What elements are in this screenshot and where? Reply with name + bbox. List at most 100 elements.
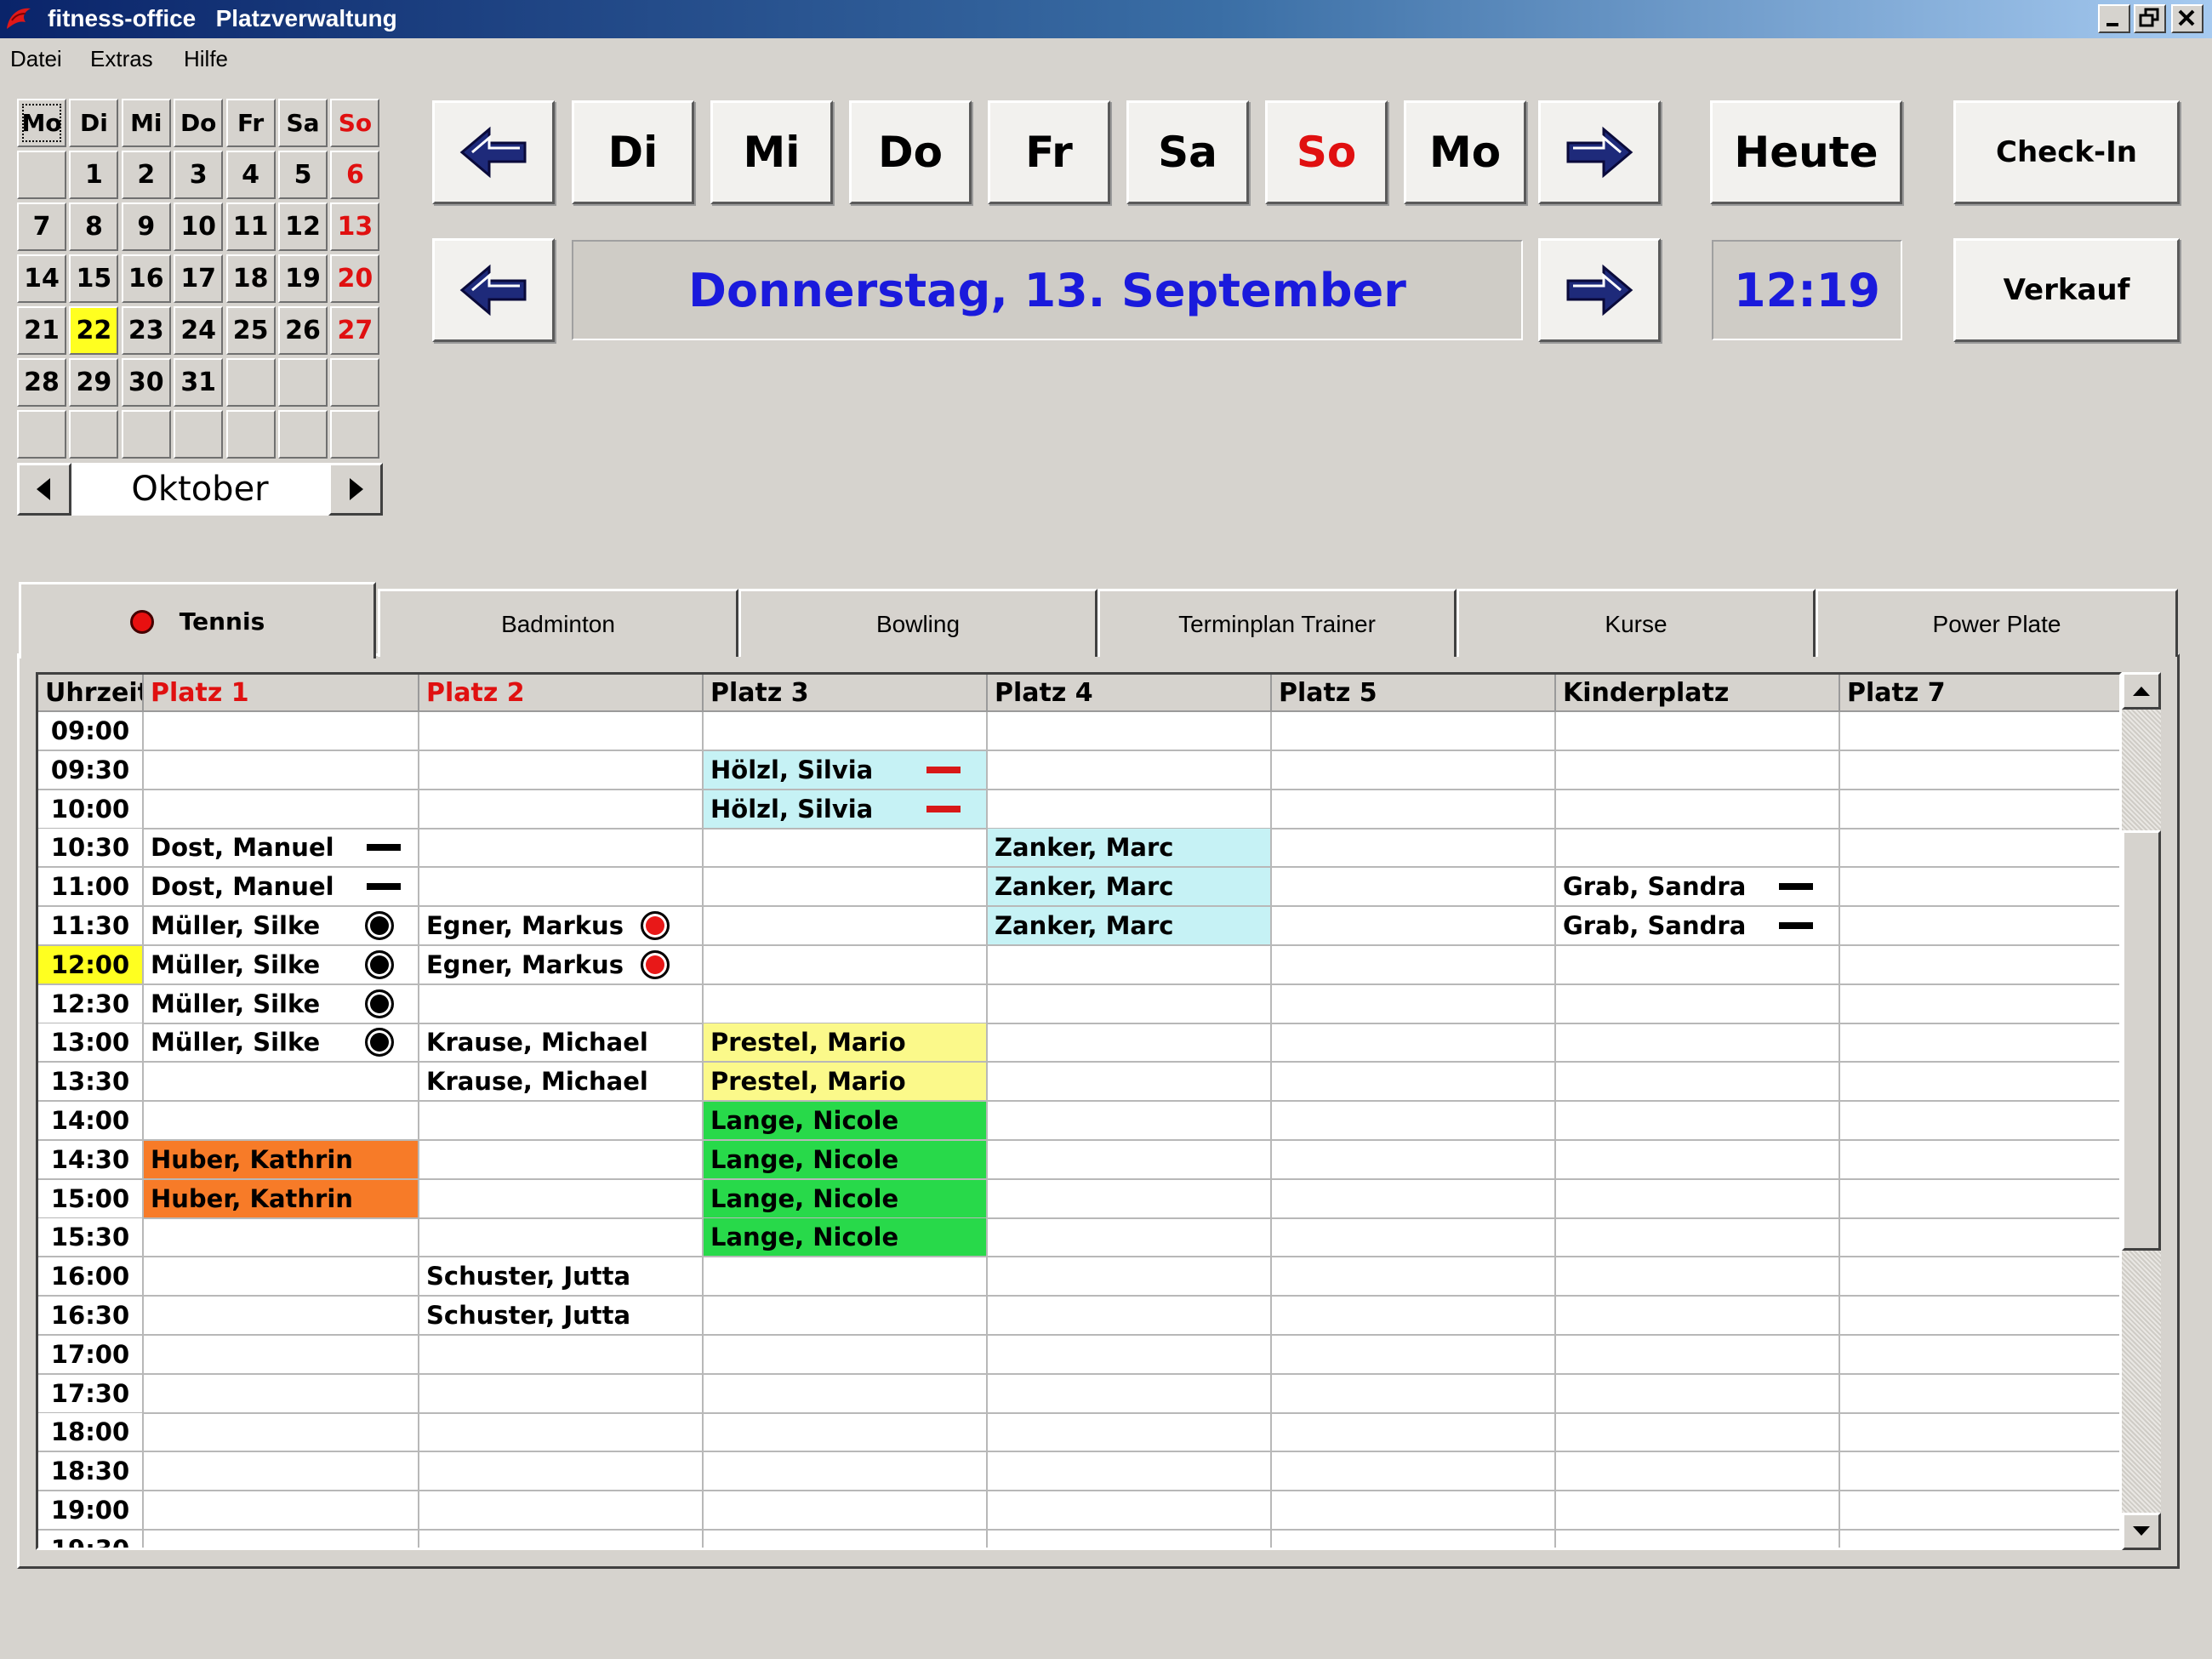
- empty-slot[interactable]: [1272, 1374, 1556, 1414]
- empty-slot[interactable]: [704, 829, 988, 869]
- tab-badminton[interactable]: Badminton: [378, 589, 738, 657]
- empty-slot[interactable]: [704, 1257, 988, 1297]
- scroll-up-button[interactable]: [2122, 672, 2161, 710]
- empty-slot[interactable]: [1556, 1335, 1840, 1375]
- empty-slot[interactable]: [144, 1452, 419, 1492]
- empty-slot[interactable]: [988, 1413, 1272, 1453]
- empty-slot[interactable]: [419, 750, 704, 790]
- booking-cell[interactable]: Krause, Michael: [419, 1023, 704, 1063]
- calendar-day[interactable]: 11: [225, 202, 276, 251]
- empty-slot[interactable]: [1272, 1257, 1556, 1297]
- empty-slot[interactable]: [419, 1374, 704, 1414]
- calendar-day[interactable]: 18: [225, 254, 276, 303]
- calendar-day[interactable]: 21: [17, 306, 66, 355]
- empty-slot[interactable]: [988, 1179, 1272, 1219]
- booking-cell[interactable]: Egner, Markus: [419, 907, 704, 946]
- empty-slot[interactable]: [704, 1374, 988, 1414]
- empty-slot[interactable]: [1840, 1102, 2119, 1141]
- empty-slot[interactable]: [988, 1218, 1272, 1258]
- menu-extras[interactable]: Extras: [90, 46, 153, 71]
- empty-slot[interactable]: [1272, 945, 1556, 985]
- calendar-day[interactable]: 22: [69, 306, 119, 355]
- empty-slot[interactable]: [144, 1335, 419, 1375]
- empty-slot[interactable]: [1840, 790, 2119, 830]
- booking-cell[interactable]: Müller, Silke: [144, 945, 419, 985]
- empty-slot[interactable]: [1840, 1452, 2119, 1492]
- booking-cell[interactable]: Hölzl, Silvia: [704, 790, 988, 830]
- empty-slot[interactable]: [1840, 946, 2119, 985]
- empty-slot[interactable]: [704, 1491, 988, 1531]
- empty-slot[interactable]: [1840, 712, 2119, 751]
- empty-slot[interactable]: [144, 1102, 419, 1141]
- restore-button[interactable]: [2134, 4, 2166, 33]
- calendar-day[interactable]: 1: [69, 151, 119, 199]
- booking-cell[interactable]: Prestel, Mario: [704, 1063, 988, 1103]
- booking-cell[interactable]: Lange, Nicole: [704, 1218, 988, 1258]
- calendar-day[interactable]: 13: [330, 202, 380, 251]
- empty-slot[interactable]: [1556, 1297, 1840, 1336]
- empty-slot[interactable]: [419, 790, 704, 830]
- empty-slot[interactable]: [988, 1023, 1272, 1063]
- empty-slot[interactable]: [1272, 1140, 1556, 1180]
- calendar-day[interactable]: 7: [17, 202, 66, 251]
- calendar-day[interactable]: 29: [69, 358, 119, 407]
- day-button-fr[interactable]: Fr: [988, 100, 1110, 204]
- booking-cell[interactable]: Schuster, Jutta: [419, 1297, 704, 1336]
- empty-slot[interactable]: [1272, 829, 1556, 869]
- empty-slot[interactable]: [144, 1218, 419, 1258]
- booking-cell[interactable]: Prestel, Mario: [704, 1023, 988, 1063]
- empty-slot[interactable]: [988, 1452, 1272, 1492]
- empty-slot[interactable]: [1840, 1491, 2119, 1531]
- empty-slot[interactable]: [704, 868, 988, 908]
- sale-button[interactable]: Verkauf: [1953, 238, 2180, 342]
- menu-hilfe[interactable]: Hilfe: [184, 46, 228, 71]
- empty-slot[interactable]: [1840, 1413, 2119, 1453]
- booking-cell[interactable]: Lange, Nicole: [704, 1179, 988, 1219]
- tab-power-plate[interactable]: Power Plate: [1816, 589, 2178, 657]
- vertical-scrollbar[interactable]: [2122, 672, 2161, 1550]
- empty-slot[interactable]: [1840, 1297, 2119, 1336]
- empty-slot[interactable]: [1556, 790, 1840, 830]
- empty-slot[interactable]: [1840, 1375, 2119, 1414]
- empty-slot[interactable]: [1272, 1413, 1556, 1453]
- tab-terminplan-trainer[interactable]: Terminplan Trainer: [1097, 589, 1457, 657]
- next-week-button[interactable]: [1538, 100, 1661, 204]
- booking-cell[interactable]: Schuster, Jutta: [419, 1257, 704, 1297]
- empty-slot[interactable]: [1272, 1491, 1556, 1531]
- booking-cell[interactable]: Zanker, Marc: [988, 829, 1272, 869]
- empty-slot[interactable]: [1840, 1180, 2119, 1219]
- empty-slot[interactable]: [419, 1530, 704, 1548]
- empty-slot[interactable]: [988, 1257, 1272, 1297]
- empty-slot[interactable]: [988, 1491, 1272, 1531]
- empty-slot[interactable]: [419, 1413, 704, 1453]
- booking-cell[interactable]: Zanker, Marc: [988, 907, 1272, 946]
- empty-slot[interactable]: [1556, 1140, 1840, 1180]
- empty-slot[interactable]: [1272, 1023, 1556, 1063]
- calendar-day[interactable]: 9: [121, 202, 171, 251]
- empty-slot[interactable]: [1556, 712, 1840, 751]
- calendar-day[interactable]: 19: [278, 254, 328, 303]
- empty-slot[interactable]: [1556, 945, 1840, 985]
- empty-slot[interactable]: [419, 1179, 704, 1219]
- empty-slot[interactable]: [1272, 1102, 1556, 1141]
- calendar-day[interactable]: 24: [174, 306, 224, 355]
- calendar-day[interactable]: 17: [174, 254, 224, 303]
- empty-slot[interactable]: [1556, 1179, 1840, 1219]
- empty-slot[interactable]: [144, 1413, 419, 1453]
- booking-cell[interactable]: Lange, Nicole: [704, 1102, 988, 1141]
- empty-slot[interactable]: [1840, 1141, 2119, 1180]
- empty-slot[interactable]: [988, 984, 1272, 1024]
- empty-slot[interactable]: [419, 829, 704, 869]
- empty-slot[interactable]: [704, 1297, 988, 1336]
- empty-slot[interactable]: [1556, 1374, 1840, 1414]
- calendar-day[interactable]: 27: [330, 306, 380, 355]
- calendar-day[interactable]: 8: [69, 202, 119, 251]
- empty-slot[interactable]: [1556, 1102, 1840, 1141]
- empty-slot[interactable]: [988, 1530, 1272, 1548]
- empty-slot[interactable]: [419, 1491, 704, 1531]
- calendar-day[interactable]: 10: [174, 202, 224, 251]
- booking-cell[interactable]: Grab, Sandra: [1556, 907, 1840, 946]
- day-button-so[interactable]: So: [1265, 100, 1388, 204]
- empty-slot[interactable]: [1840, 751, 2119, 790]
- calendar-day[interactable]: 30: [121, 358, 171, 407]
